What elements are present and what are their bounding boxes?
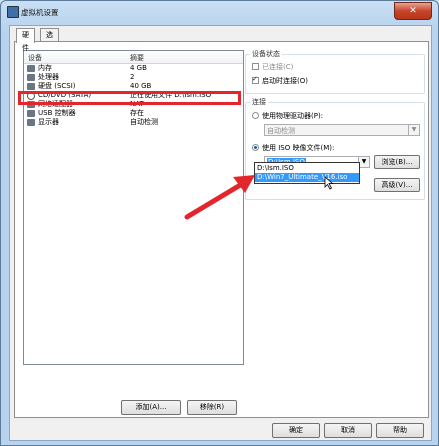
connected-label: 已连接(C) xyxy=(262,63,294,71)
cancel-button[interactable]: 取消 xyxy=(324,423,372,438)
hardware-tab-page: 设备 摘要 内存 4 GB 处理器 2 硬盘 (SCSI) 40 GB CD/D… xyxy=(14,41,429,418)
device-list-header: 设备 摘要 xyxy=(24,51,243,64)
device-row-display[interactable]: 显示器 自动检测 xyxy=(24,118,243,127)
column-device[interactable]: 设备 xyxy=(28,53,42,63)
iso-dropdown-list: D:\Ism.ISO D:\Win7_Ultimate_V16.iso xyxy=(254,162,360,184)
iso-option-2[interactable]: D:\Win7_Ultimate_V16.iso xyxy=(255,173,359,182)
physical-drive-select[interactable]: 自动检测 ▼ xyxy=(264,124,420,136)
device-status-group: 设备状态 已连接(C) 启动时连接(O) xyxy=(245,49,425,94)
browse-button[interactable]: 浏览(B)... xyxy=(374,155,420,169)
device-row-usb-controller[interactable]: USB 控制器 存在 xyxy=(24,109,243,118)
device-name: 内存 xyxy=(38,64,52,72)
iso-image-label: 使用 ISO 映像文件(M): xyxy=(262,144,335,152)
title-bar: 虚拟机设置 ✕ xyxy=(1,1,438,23)
memory-icon xyxy=(27,65,35,72)
monitor-icon xyxy=(27,119,35,126)
device-status-title: 设备状态 xyxy=(250,49,282,59)
usb-icon xyxy=(27,110,35,117)
vm-app-icon xyxy=(7,6,19,18)
help-button[interactable]: 帮助 xyxy=(376,423,424,438)
tab-options[interactable]: 选项 xyxy=(40,28,59,52)
window-title: 虚拟机设置 xyxy=(21,8,59,17)
device-name: 处理器 xyxy=(38,73,59,81)
device-summary: 自动检测 xyxy=(130,118,158,126)
cd-dvd-highlight-box xyxy=(18,91,241,105)
device-name: 硬盘 (SCSI) xyxy=(38,82,76,90)
connection-title: 连接 xyxy=(250,97,268,107)
connection-group: 连接 使用物理驱动器(P): 自动检测 ▼ 使用 ISO 映像文件(M): D:… xyxy=(245,97,425,200)
physical-drive-radio[interactable] xyxy=(252,112,259,119)
iso-option-1[interactable]: D:\Ism.ISO xyxy=(255,164,359,173)
physical-drive-value: 自动检测 xyxy=(267,127,295,135)
physical-drive-label: 使用物理驱动器(P): xyxy=(262,112,324,120)
column-summary[interactable]: 摘要 xyxy=(130,53,144,63)
iso-image-radio[interactable] xyxy=(252,144,259,151)
annotation-arrow-icon xyxy=(184,175,255,220)
processor-icon xyxy=(27,74,35,81)
client-area: 硬件 选项 设备 摘要 内存 4 GB 处理器 2 xyxy=(9,25,432,441)
connect-on-power-checkbox[interactable] xyxy=(252,75,259,84)
add-button[interactable]: 添加(A)... xyxy=(121,400,181,415)
device-name: USB 控制器 xyxy=(38,109,76,117)
remove-button[interactable]: 移除(R) xyxy=(187,400,237,415)
device-row-memory[interactable]: 内存 4 GB xyxy=(24,64,243,73)
advanced-button[interactable]: 高级(V)... xyxy=(374,178,420,192)
connect-on-power-label: 启动时连接(O) xyxy=(262,77,308,85)
device-summary: 2 xyxy=(130,73,135,81)
ok-button[interactable]: 确定 xyxy=(272,423,320,438)
hard-disk-icon xyxy=(27,83,35,90)
tab-hardware[interactable]: 硬件 xyxy=(16,28,35,52)
device-summary: 存在 xyxy=(130,109,144,117)
chevron-down-icon: ▼ xyxy=(408,125,419,135)
mouse-cursor-icon xyxy=(324,176,334,190)
device-summary: 40 GB xyxy=(130,82,152,90)
vm-settings-window: 虚拟机设置 ✕ 硬件 选项 设备 摘要 内存 4 GB 处理 xyxy=(0,0,439,446)
device-name: 显示器 xyxy=(38,118,59,126)
device-summary: 4 GB xyxy=(130,64,147,72)
device-row-processor[interactable]: 处理器 2 xyxy=(24,73,243,82)
connected-checkbox[interactable] xyxy=(252,63,259,70)
device-row-hard-disk[interactable]: 硬盘 (SCSI) 40 GB xyxy=(24,82,243,91)
close-button[interactable]: ✕ xyxy=(394,2,432,20)
